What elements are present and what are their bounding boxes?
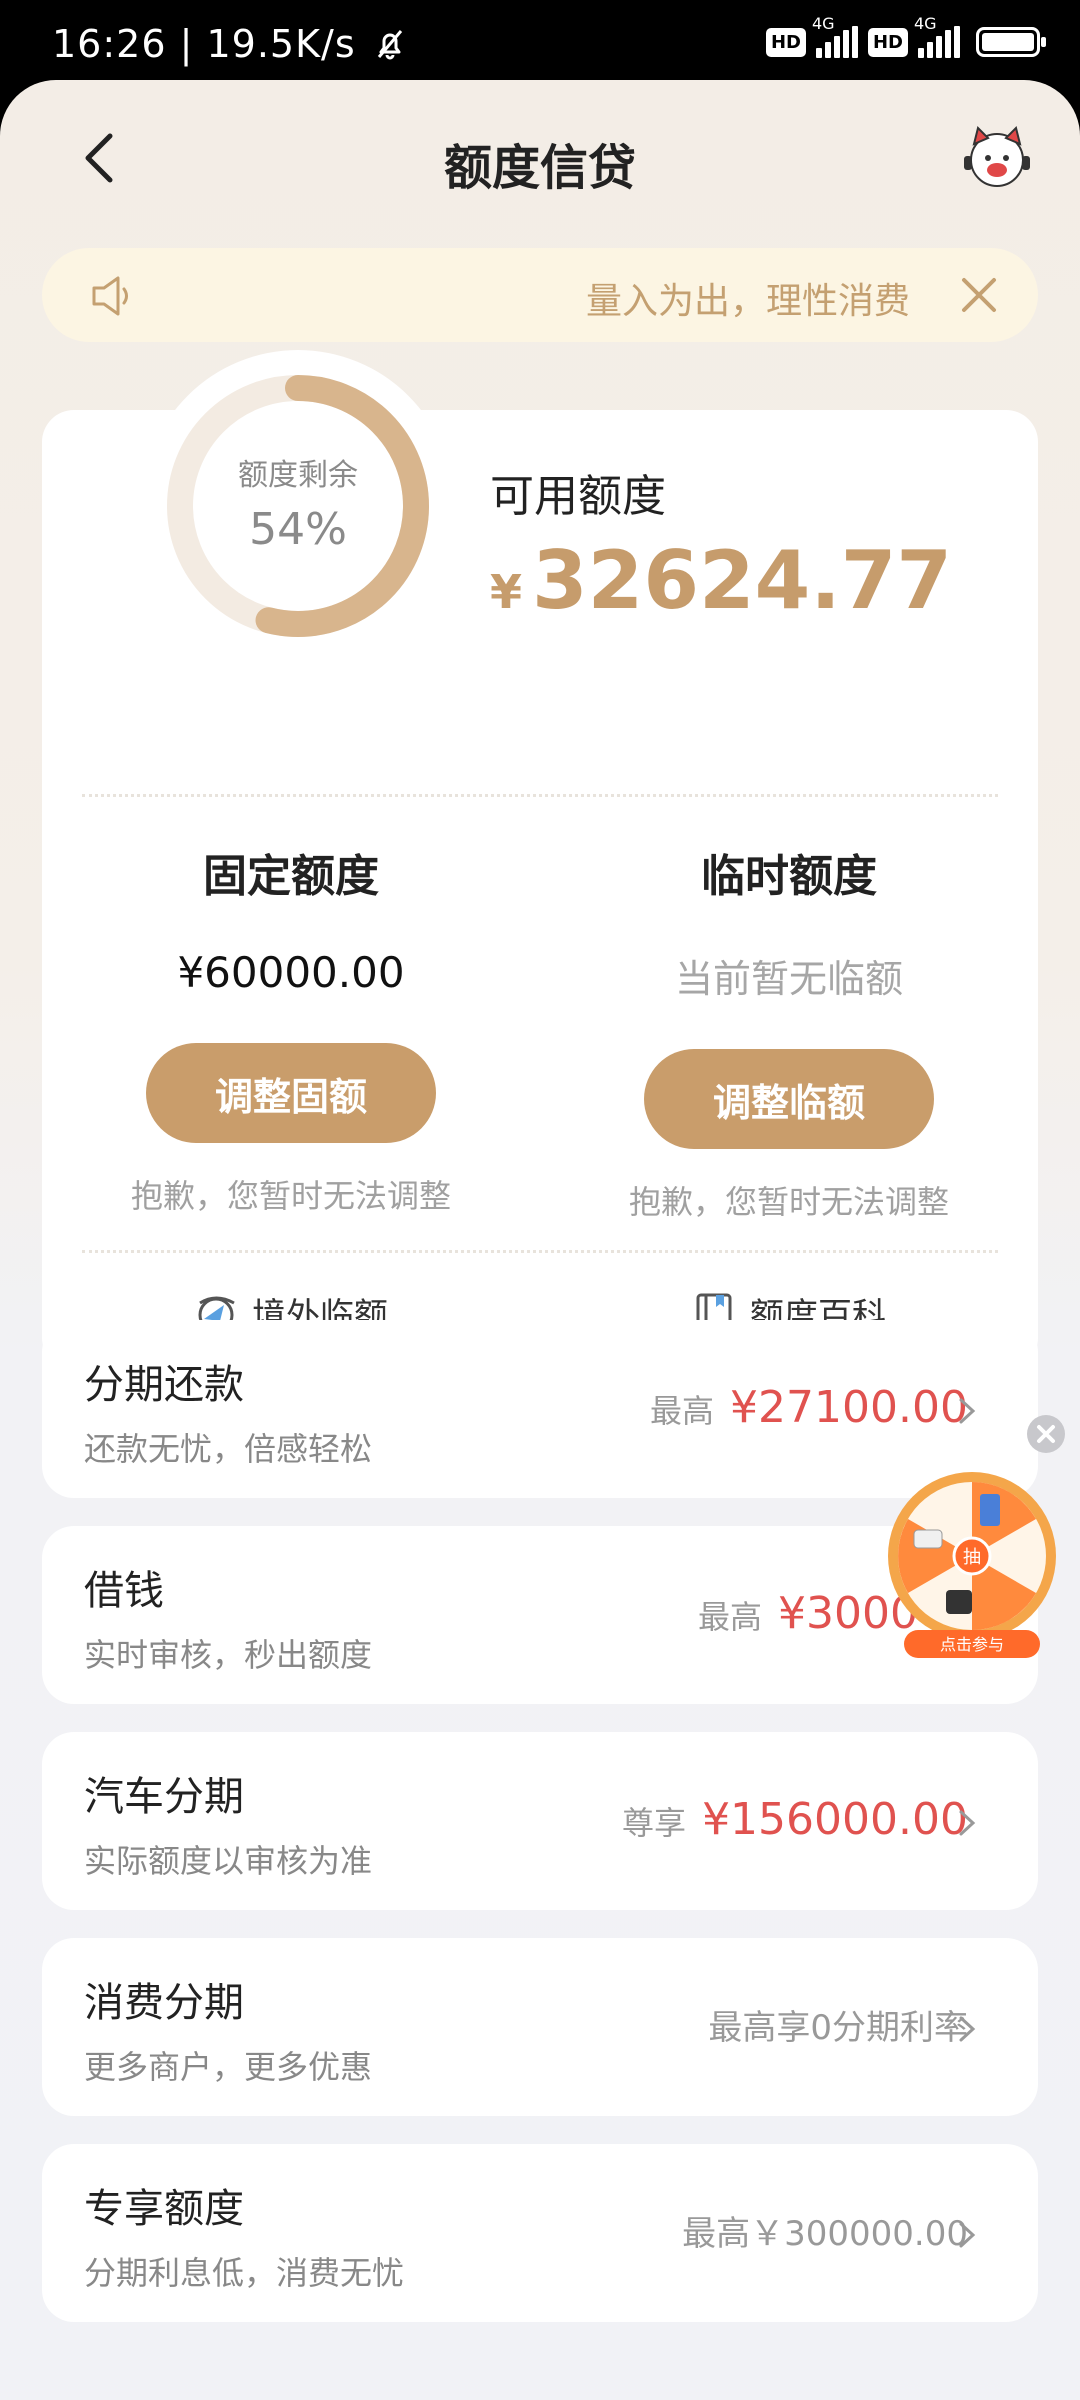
lottery-wheel-icon: 抽 点击参与 — [888, 1472, 1056, 1658]
service-subtitle: 实际额度以审核为准 — [84, 1842, 373, 1880]
fixed-credit-column: 固定额度 ¥60000.00 调整固额 抱歉，您暂时无法调整 — [42, 840, 540, 1217]
temporary-credit-column: 临时额度 当前暂无临额 调整临额 抱歉，您暂时无法调整 — [540, 840, 1038, 1223]
adjust-temporary-button[interactable]: 调整临额 — [644, 1049, 934, 1149]
app-screen: 额度信贷 量入为出，理性消费 额度剩余 54% 可用额度 ¥ 32624.77 … — [0, 80, 1080, 2400]
available-label: 可用额度 — [490, 471, 666, 522]
service-info: 最高￥300000.00 — [682, 2214, 968, 2254]
network-type-2: 4G — [914, 14, 937, 33]
service-item-consumer-installment[interactable]: 消费分期 更多商户，更多优惠 最高享0分期利率 — [42, 1938, 1038, 2116]
ring-percent: 54% — [249, 504, 347, 555]
speaker-icon — [92, 276, 128, 316]
close-icon[interactable] — [956, 272, 1002, 318]
notice-text: 量入为出，理性消费 — [585, 281, 910, 322]
fixed-adjust-note: 抱歉，您暂时无法调整 — [130, 1177, 451, 1215]
lottery-wheel-widget[interactable]: 抽 点击参与 — [884, 1470, 1060, 1660]
temporary-adjust-note: 抱歉，您暂时无法调整 — [628, 1183, 949, 1221]
chevron-right-icon — [959, 2016, 976, 2042]
service-title: 消费分期 — [84, 1980, 244, 2026]
service-offer: 尊享 ¥156000.00 — [622, 1794, 968, 1845]
credit-summary-card: 额度剩余 54% 可用额度 ¥ 32624.77 固定额度 ¥60000.00 … — [42, 350, 1038, 1370]
floating-close-icon[interactable] — [1026, 1414, 1066, 1454]
wheel-center-label: 抽 — [963, 1547, 981, 1568]
status-time: 16:26 — [52, 22, 167, 66]
chevron-right-icon — [959, 2222, 976, 2248]
battery-icon — [976, 27, 1046, 57]
dotted-divider-2 — [82, 1250, 998, 1253]
service-amount: ¥156000.00 — [702, 1794, 968, 1845]
service-amount: ¥27100.00 — [730, 1382, 968, 1433]
temporary-credit-title: 临时额度 — [701, 851, 877, 902]
ring-label: 额度剩余 — [238, 458, 358, 493]
fixed-credit-title: 固定额度 — [203, 851, 379, 902]
service-prefix: 尊享 — [622, 1804, 687, 1842]
hd-badge: HD — [765, 27, 806, 57]
service-title: 汽车分期 — [84, 1774, 244, 1820]
service-item-exclusive-credit[interactable]: 专享额度 分期利息低，消费无忧 最高￥300000.00 — [42, 2144, 1038, 2322]
service-offer: 最高 ¥27100.00 — [650, 1382, 968, 1433]
status-right: HD 4G HD 4G — [765, 14, 1046, 58]
status-left: 16:26 | 19.5K/s — [52, 22, 407, 66]
status-separator: | — [179, 22, 207, 66]
status-speed: 19.5K/s — [206, 22, 356, 66]
fixed-credit-value: ¥60000.00 — [177, 948, 405, 997]
available-amount-value: 32624.77 — [532, 534, 953, 627]
service-item-car-installment[interactable]: 汽车分期 实际额度以审核为准 尊享 ¥156000.00 — [42, 1732, 1038, 1910]
mascot-avatar-icon[interactable] — [962, 122, 1032, 192]
service-subtitle: 更多商户，更多优惠 — [84, 2048, 373, 2086]
service-subtitle: 实时审核，秒出额度 — [84, 1636, 373, 1674]
signal-icon: 4G — [812, 14, 858, 58]
chevron-right-icon — [959, 1398, 976, 1424]
service-subtitle: 还款无忧，倍感轻松 — [84, 1430, 373, 1468]
bell-off-icon — [377, 30, 402, 60]
available-amount: ¥ 32624.77 — [490, 534, 952, 627]
page-title: 额度信贷 — [443, 140, 636, 196]
hd-badge-2: HD — [867, 27, 908, 57]
service-offer: 最高￥300000.00 — [682, 2206, 968, 2255]
network-type: 4G — [811, 14, 835, 33]
currency-symbol: ¥ — [490, 565, 523, 619]
wheel-caption: 点击参与 — [940, 1635, 1004, 1654]
service-info: 最高享0分期利率 — [708, 2008, 968, 2048]
service-prefix: 最高 — [650, 1392, 715, 1430]
dotted-divider — [82, 794, 998, 797]
service-title: 借钱 — [84, 1568, 164, 1614]
signal-icon-2: 4G — [914, 14, 960, 58]
service-title: 分期还款 — [84, 1362, 244, 1408]
notice-banner: 量入为出，理性消费 — [42, 248, 1038, 342]
temporary-credit-value: 当前暂无临额 — [674, 957, 903, 1001]
service-title: 专享额度 — [84, 2186, 244, 2232]
chevron-right-icon — [959, 1810, 976, 1836]
status-bar: 16:26 | 19.5K/s HD 4G HD 4G — [0, 0, 1080, 80]
header: 额度信贷 — [0, 80, 1080, 240]
adjust-fixed-button[interactable]: 调整固额 — [146, 1043, 436, 1143]
service-offer: 最高享0分期利率 — [708, 2000, 968, 2049]
service-prefix: 最高 — [698, 1598, 763, 1636]
service-subtitle: 分期利息低，消费无忧 — [84, 2254, 405, 2292]
